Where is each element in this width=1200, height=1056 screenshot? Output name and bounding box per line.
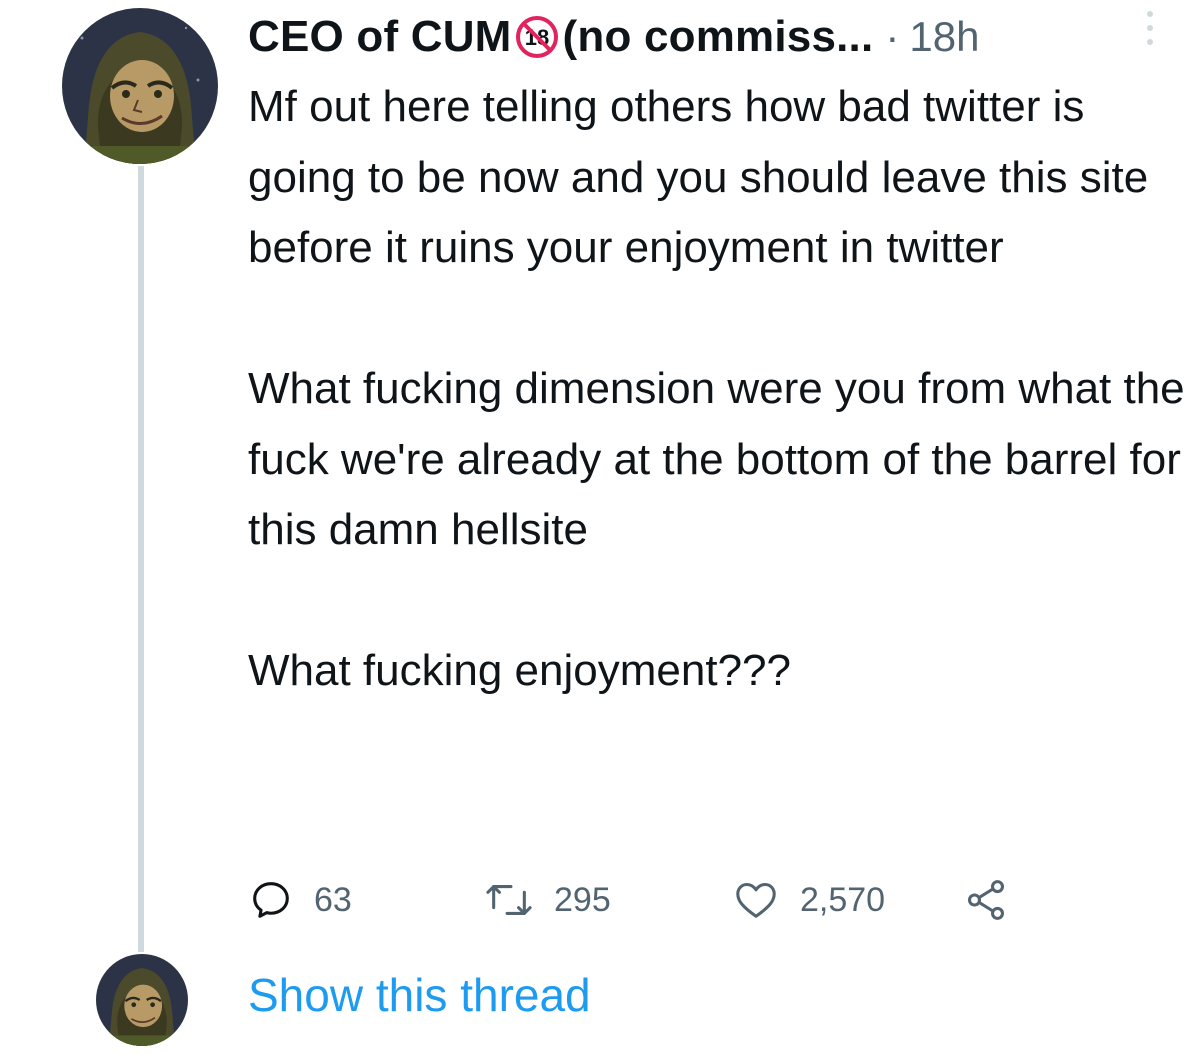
author-display-name-suffix[interactable]: (no commiss... bbox=[563, 12, 874, 62]
thread-author-avatar[interactable] bbox=[96, 954, 188, 1046]
more-vertical-icon bbox=[1147, 11, 1153, 45]
like-button[interactable]: 2,570 bbox=[732, 870, 885, 930]
share-icon bbox=[967, 880, 1005, 920]
like-count: 2,570 bbox=[800, 880, 886, 919]
tweet-header: CEO of CUM 18 (no commiss... · 18h bbox=[248, 6, 1168, 68]
tweet-actions: 63 295 2,570 bbox=[248, 870, 1148, 930]
author-avatar[interactable] bbox=[62, 8, 218, 164]
tweet-timestamp[interactable]: 18h bbox=[909, 13, 979, 61]
hooded-character-avatar-icon bbox=[62, 8, 218, 164]
no-under-18-badge-icon: 18 bbox=[515, 15, 559, 59]
heart-icon bbox=[736, 882, 776, 918]
author-display-name[interactable]: CEO of CUM bbox=[248, 12, 512, 62]
retweet-icon bbox=[486, 885, 532, 915]
header-separator: · bbox=[885, 13, 900, 60]
retweet-button[interactable]: 295 bbox=[484, 870, 611, 930]
reply-count: 63 bbox=[314, 880, 352, 919]
retweet-count: 295 bbox=[554, 880, 611, 919]
reply-button[interactable]: 63 bbox=[248, 870, 352, 930]
tweet-paragraph: What fucking enjoyment??? bbox=[248, 646, 791, 695]
tweet-paragraph: Mf out here telling others how bad twitt… bbox=[248, 82, 1149, 272]
tweet-paragraph: What fucking dimension were you from wha… bbox=[248, 364, 1185, 554]
hooded-character-avatar-icon bbox=[96, 954, 188, 1046]
tweet-body: Mf out here telling others how bad twitt… bbox=[248, 72, 1188, 707]
share-button[interactable] bbox=[962, 870, 1010, 930]
more-options-button[interactable] bbox=[1136, 8, 1164, 48]
show-thread-link[interactable]: Show this thread bbox=[248, 968, 591, 1022]
reply-icon bbox=[253, 882, 289, 918]
thread-connector-line bbox=[138, 166, 144, 952]
